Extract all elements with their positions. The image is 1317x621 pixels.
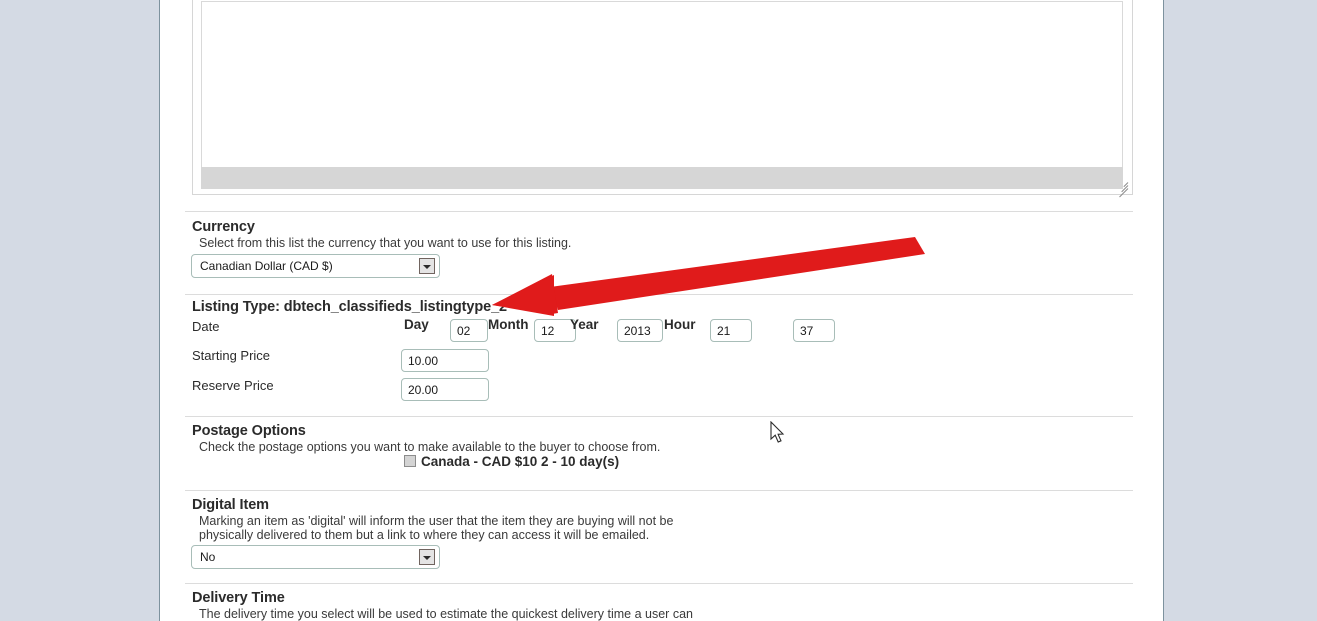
- year-input[interactable]: [617, 319, 663, 342]
- section-title-listing-type: Listing Type: dbtech_classifieds_listing…: [192, 299, 508, 315]
- page-background-left: [0, 0, 159, 621]
- divider-delivery-time: [185, 583, 1133, 584]
- section-description-digital-item-line1: Marking an item as 'digital' will inform…: [199, 514, 674, 528]
- description-editor[interactable]: [192, 0, 1133, 198]
- starting-price-input[interactable]: [401, 349, 489, 372]
- description-editor-statusbar: [201, 167, 1123, 189]
- description-editor-textarea[interactable]: [201, 1, 1123, 169]
- label-reserve-price: Reserve Price: [192, 378, 274, 393]
- label-date: Date: [192, 319, 220, 334]
- label-year: Year: [570, 317, 599, 332]
- page-root: Currency Select from this list the curre…: [0, 0, 1317, 621]
- divider-postage: [185, 416, 1133, 417]
- section-title-postage: Postage Options: [192, 423, 306, 439]
- resize-grip-icon[interactable]: [1114, 177, 1129, 198]
- digital-item-select-value: No: [200, 550, 216, 564]
- hour-input[interactable]: [710, 319, 752, 342]
- section-title-digital-item: Digital Item: [192, 497, 269, 513]
- postage-option-label[interactable]: Canada - CAD $10 2 - 10 day(s): [421, 454, 619, 469]
- currency-select-value: Canadian Dollar (CAD $): [200, 259, 333, 273]
- divider-listing-type: [185, 294, 1133, 295]
- chevron-down-icon[interactable]: [419, 258, 435, 274]
- section-description-delivery-time-line1: The delivery time you select will be use…: [199, 607, 693, 621]
- section-description-digital-item-line2: physically delivered to them but a link …: [199, 528, 650, 542]
- label-month: Month: [488, 317, 529, 332]
- day-input[interactable]: [450, 319, 488, 342]
- section-description-currency: Select from this list the currency that …: [199, 236, 572, 250]
- reserve-price-input[interactable]: [401, 378, 489, 401]
- page-background-right: [1164, 0, 1317, 621]
- postage-option-checkbox[interactable]: [404, 455, 416, 467]
- section-description-postage: Check the postage options you want to ma…: [199, 440, 661, 454]
- minute-input[interactable]: [793, 319, 835, 342]
- digital-item-select[interactable]: No: [191, 545, 440, 569]
- section-title-delivery-time: Delivery Time: [192, 590, 285, 606]
- label-hour: Hour: [664, 317, 696, 332]
- currency-select[interactable]: Canadian Dollar (CAD $): [191, 254, 440, 278]
- section-title-currency: Currency: [192, 219, 255, 235]
- chevron-down-icon[interactable]: [419, 549, 435, 565]
- divider-digital-item: [185, 490, 1133, 491]
- label-day: Day: [404, 317, 429, 332]
- label-starting-price: Starting Price: [192, 348, 271, 363]
- divider-currency: [185, 211, 1133, 212]
